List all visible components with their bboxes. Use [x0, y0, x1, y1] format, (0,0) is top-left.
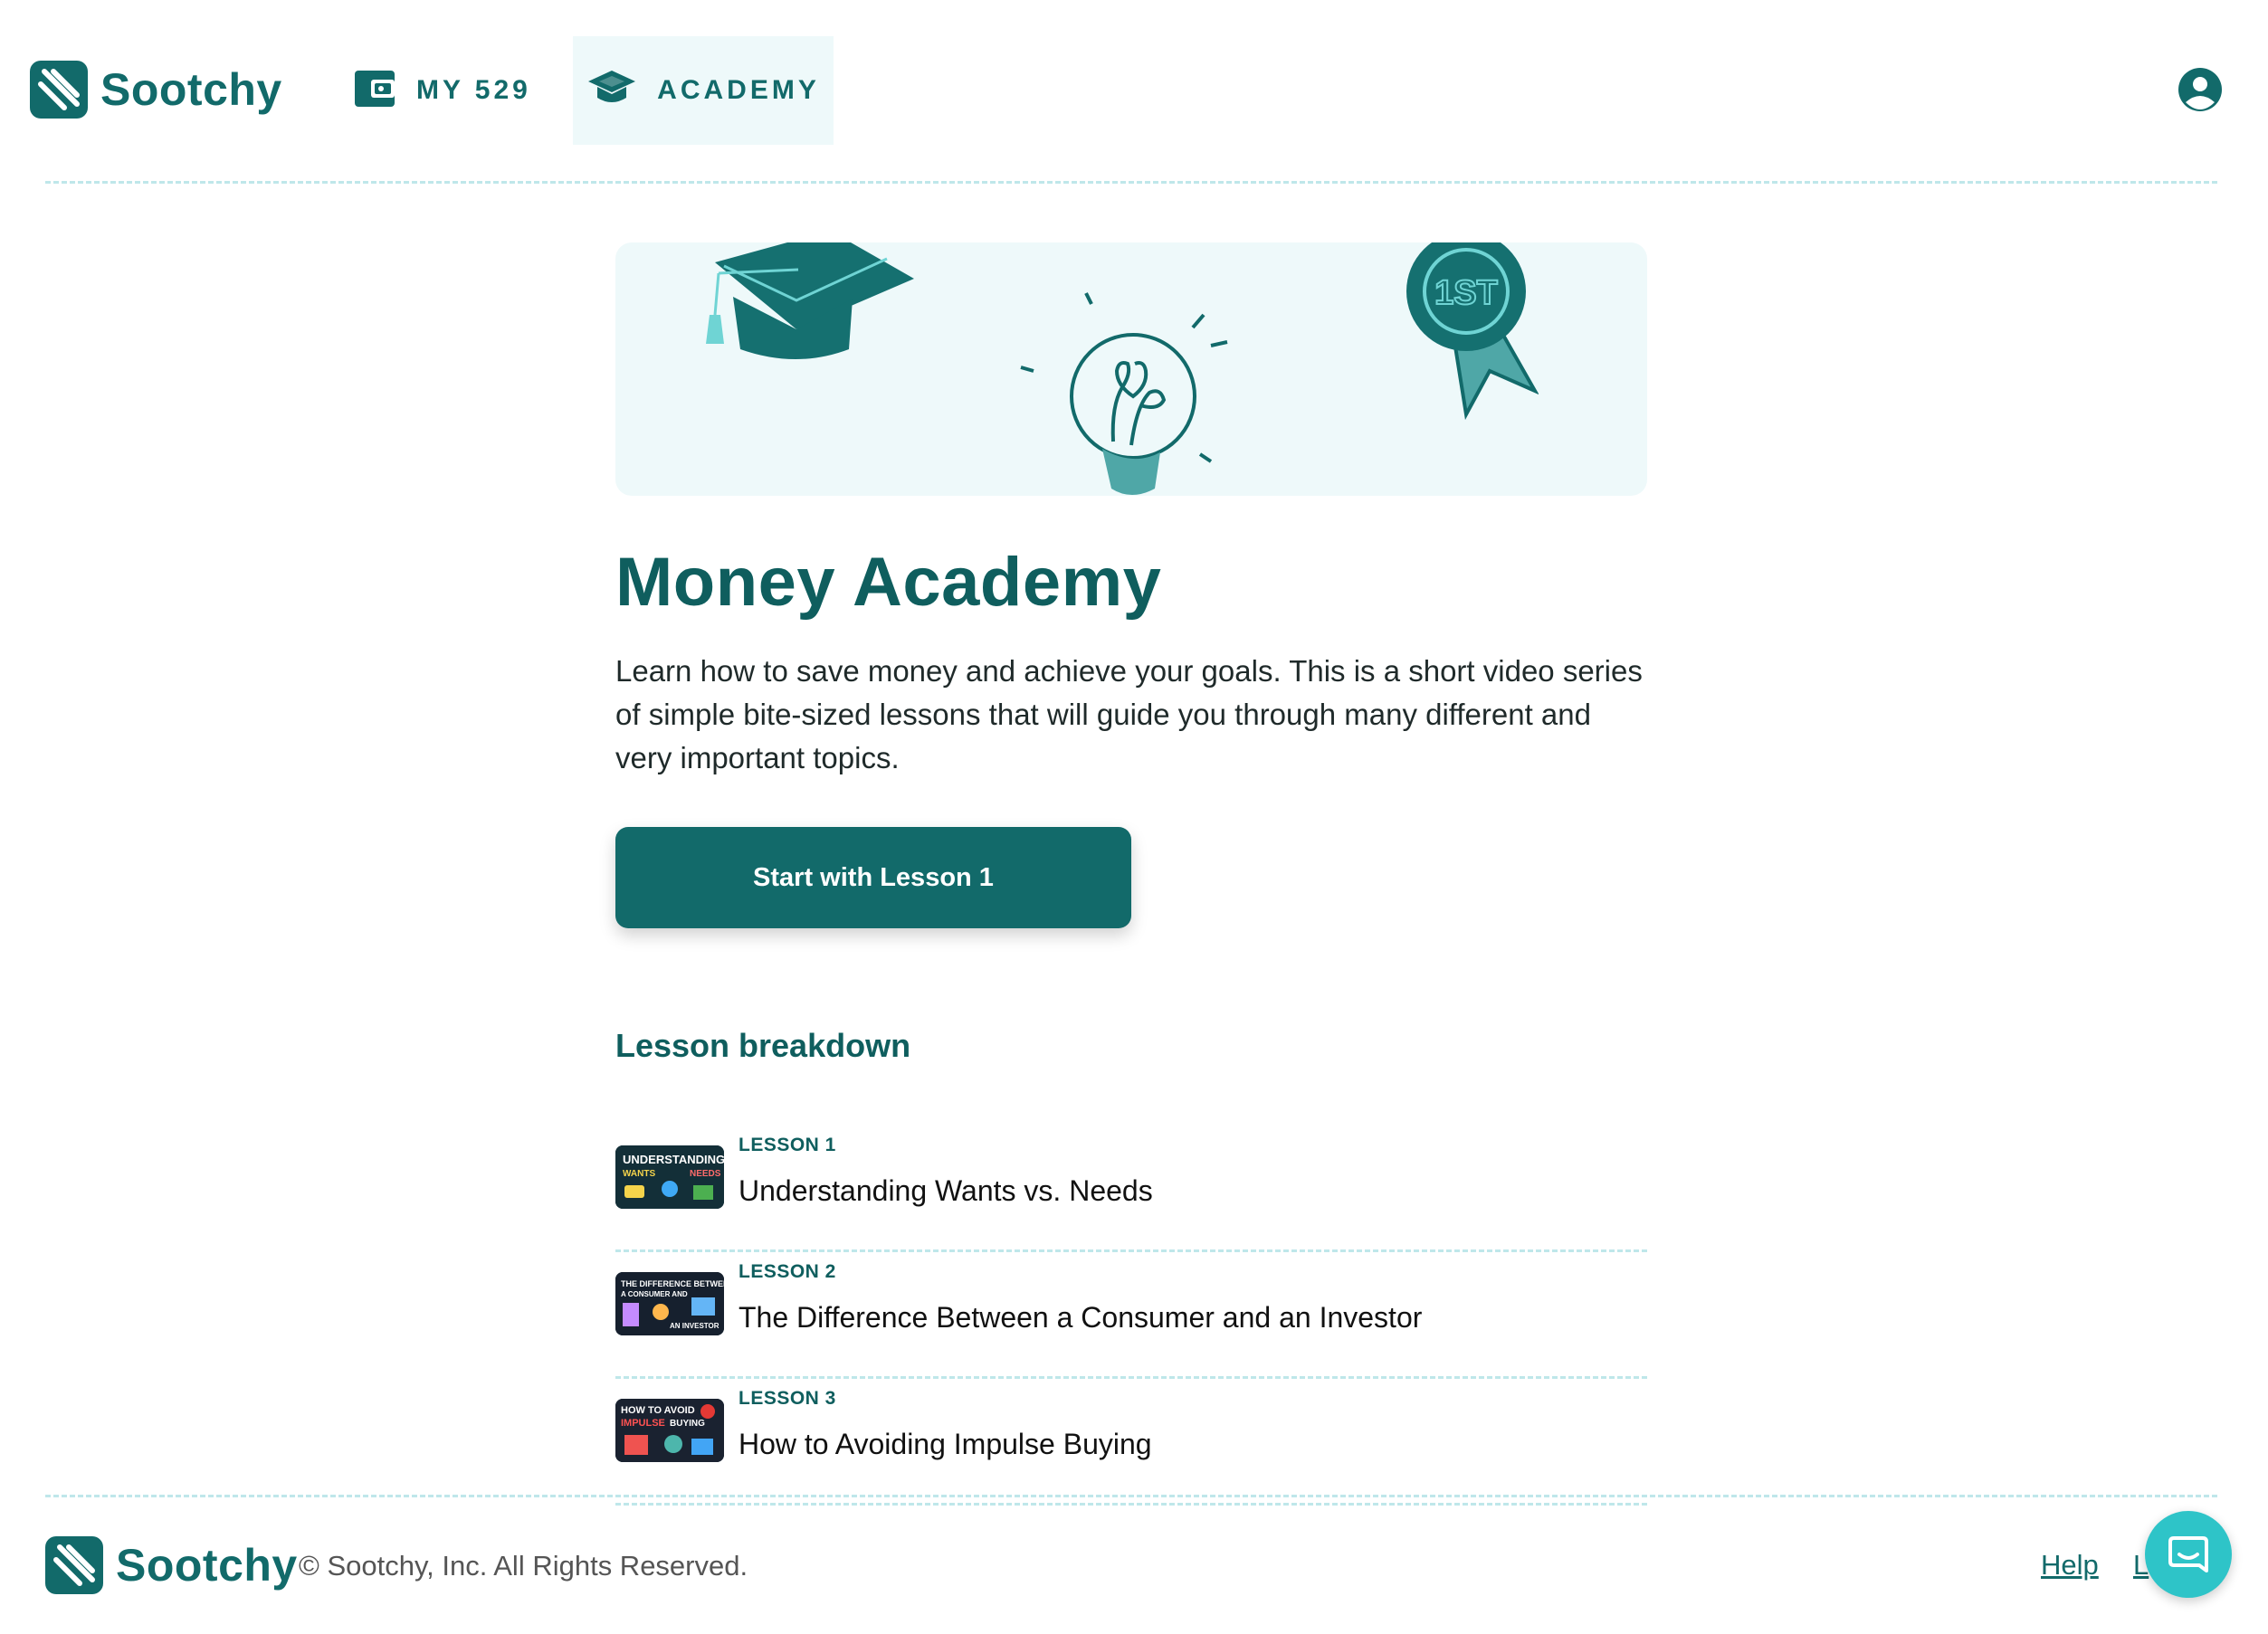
svg-text:UNDERSTANDING: UNDERSTANDING — [623, 1153, 724, 1166]
lesson-title: How to Avoiding Impulse Buying — [739, 1428, 1152, 1460]
footer-divider — [45, 1495, 2217, 1497]
nav-my529[interactable]: MY 529 — [344, 36, 540, 145]
brand-name: Sootchy — [100, 64, 282, 115]
top-navbar: Sootchy MY 529 ACADEMY — [0, 0, 2268, 181]
svg-text:WANTS: WANTS — [623, 1169, 655, 1179]
lesson-divider — [615, 1376, 1647, 1379]
lesson-thumbnail: HOW TO AVOID IMPULSE BUYING — [615, 1399, 724, 1462]
lesson-title: Understanding Wants vs. Needs — [739, 1174, 1153, 1207]
copyright-text: © Sootchy, Inc. All Rights Reserved. — [299, 1550, 748, 1582]
lesson-divider — [615, 1503, 1647, 1506]
header-divider — [45, 181, 2217, 184]
chat-launcher-button[interactable] — [2145, 1511, 2232, 1598]
lesson-title: The Difference Between a Consumer and an… — [739, 1301, 1423, 1334]
svg-text:BUYING: BUYING — [670, 1419, 705, 1429]
lightbulb-icon — [1020, 292, 1228, 495]
footer-brand-name: Sootchy — [116, 1540, 298, 1591]
sootchy-logo-icon — [45, 1536, 103, 1594]
lesson-item-3[interactable]: HOW TO AVOID IMPULSE BUYING LESSON 3 How… — [615, 1388, 1647, 1506]
chat-icon — [2168, 1536, 2208, 1572]
start-lesson-button[interactable]: Start with Lesson 1 — [615, 827, 1131, 928]
wallet-icon — [353, 67, 396, 115]
svg-text:NEEDS: NEEDS — [690, 1169, 721, 1179]
lesson-number: LESSON 2 — [739, 1261, 836, 1282]
lesson-breakdown-heading: Lesson breakdown — [615, 1027, 911, 1064]
lesson-thumbnail: UNDERSTANDING WANTS NEEDS — [615, 1145, 724, 1209]
lesson-item-2[interactable]: THE DIFFERENCE BETWEEN A CONSUMER AND AN… — [615, 1261, 1647, 1379]
nav-my529-label: MY 529 — [416, 75, 531, 105]
page-description: Learn how to save money and achieve your… — [615, 654, 1643, 774]
footer-brand-logo[interactable]: Sootchy — [45, 1536, 298, 1594]
svg-text:IMPULSE: IMPULSE — [621, 1418, 665, 1429]
svg-text:AN INVESTOR: AN INVESTOR — [670, 1322, 719, 1330]
nav-academy-label: ACADEMY — [657, 75, 820, 105]
help-link[interactable]: Help — [2041, 1549, 2099, 1582]
page-title: Money Academy — [615, 544, 1162, 621]
sootchy-logo-icon — [30, 61, 88, 119]
first-place-ribbon-icon: 1ST — [1406, 242, 1539, 421]
user-circle-icon[interactable] — [2177, 66, 2224, 113]
graduation-cap-icon — [706, 242, 914, 359]
hero-illustration: 1ST — [615, 242, 1647, 496]
svg-text:HOW TO AVOID: HOW TO AVOID — [621, 1405, 695, 1416]
graduation-cap-icon — [586, 67, 637, 115]
brand-logo[interactable]: Sootchy — [30, 61, 282, 119]
lesson-divider — [615, 1249, 1647, 1252]
lesson-thumbnail: THE DIFFERENCE BETWEEN A CONSUMER AND AN… — [615, 1272, 724, 1335]
svg-text:THE DIFFERENCE BETWEEN: THE DIFFERENCE BETWEEN — [621, 1279, 724, 1288]
lesson-number: LESSON 1 — [739, 1135, 836, 1155]
nav-academy[interactable]: ACADEMY — [573, 36, 834, 145]
lesson-number: LESSON 3 — [739, 1388, 836, 1409]
svg-text:1ST: 1ST — [1434, 274, 1498, 312]
lesson-item-1[interactable]: UNDERSTANDING WANTS NEEDS LESSON 1 Under… — [615, 1135, 1647, 1252]
svg-text:A CONSUMER AND: A CONSUMER AND — [621, 1290, 688, 1298]
